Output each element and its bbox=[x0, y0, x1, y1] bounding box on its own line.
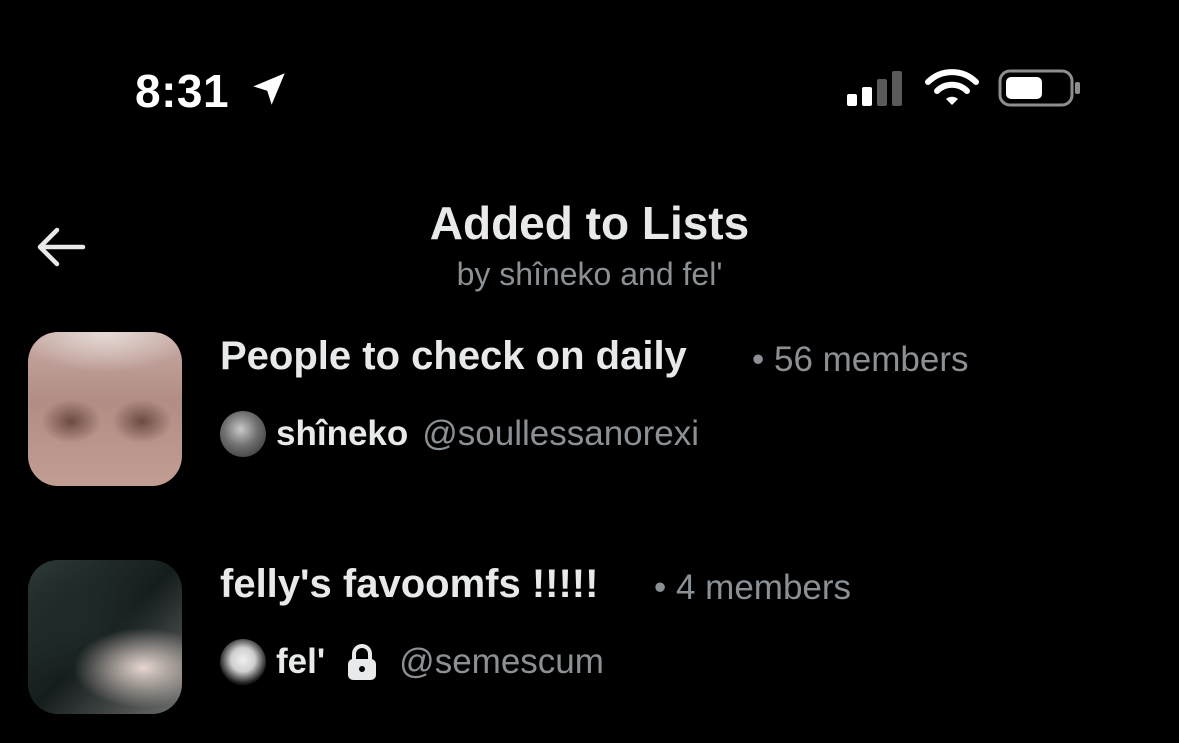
wifi-icon bbox=[925, 69, 979, 105]
owner-name: shîneko bbox=[276, 414, 409, 453]
list-name: felly's favoomfs !!!!! bbox=[220, 562, 599, 606]
status-bar: 8:31 bbox=[0, 0, 1179, 180]
owner-handle: @semescum bbox=[399, 642, 604, 681]
list-owner[interactable]: shîneko @soullessanorexi bbox=[220, 410, 699, 458]
owner-name: fel' bbox=[276, 642, 326, 681]
list-thumbnail bbox=[28, 332, 182, 486]
list-name: People to check on daily bbox=[220, 334, 687, 378]
location-arrow-icon bbox=[253, 73, 285, 105]
owner-avatar bbox=[220, 639, 266, 685]
lock-icon bbox=[348, 644, 377, 680]
list-owner[interactable]: fel' @semescum bbox=[220, 638, 604, 686]
list-member-count: • 4 members bbox=[654, 568, 852, 607]
header: Added to Lists by shîneko and fel' bbox=[0, 180, 1179, 310]
status-time: 8:31 bbox=[135, 65, 230, 117]
owner-avatar bbox=[220, 411, 266, 457]
list-thumbnail bbox=[28, 560, 182, 714]
list-member-count: • 56 members bbox=[752, 340, 969, 379]
list-item[interactable]: People to check on daily • 56 members sh… bbox=[0, 328, 1179, 488]
cellular-signal-icon bbox=[847, 71, 902, 106]
page-subtitle: by shîneko and fel' bbox=[456, 256, 723, 292]
list-item[interactable]: felly's favoomfs !!!!! • 4 members fel' … bbox=[0, 556, 1179, 716]
owner-handle: @soullessanorexi bbox=[422, 414, 700, 453]
page-title: Added to Lists bbox=[429, 197, 750, 249]
battery-icon bbox=[998, 69, 1080, 107]
